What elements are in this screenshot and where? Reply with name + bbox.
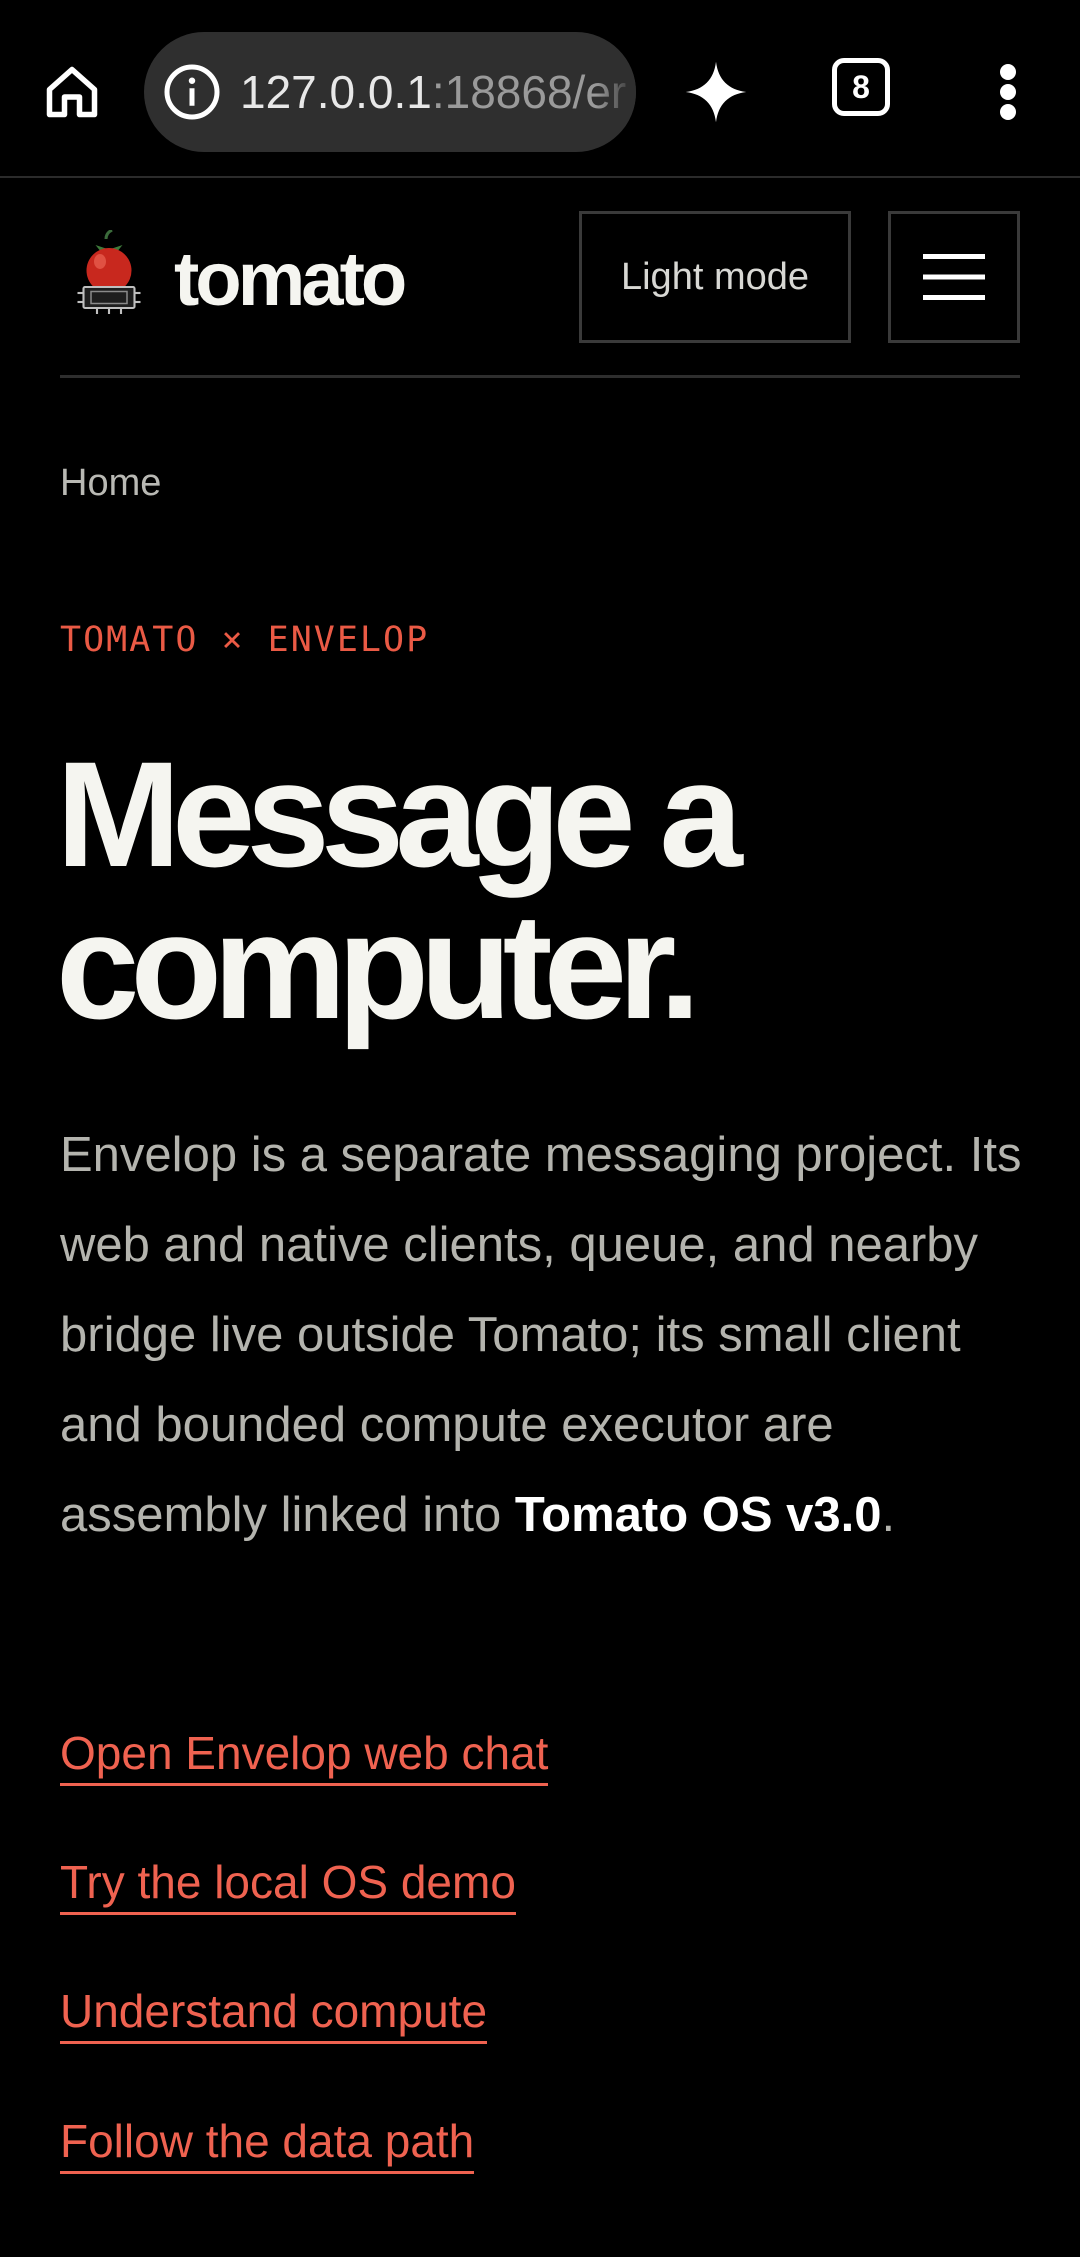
local-os-demo-link[interactable]: Try the local OS demo xyxy=(60,1854,516,1915)
site-info-button[interactable] xyxy=(160,60,224,124)
theme-toggle-button[interactable]: Light mode xyxy=(579,211,851,343)
intro-paragraph: Envelop is a separate messaging project.… xyxy=(60,1110,1050,1560)
tomato-logo-icon[interactable] xyxy=(70,230,148,320)
intro-version: Tomato OS v3.0 xyxy=(514,1488,882,1542)
breadcrumb-home[interactable]: Home xyxy=(60,462,161,504)
address-bar[interactable]: 127.0.0.1:18868/er xyxy=(144,32,636,152)
url-host: 127.0.0.1 xyxy=(240,66,432,118)
tab-switcher-button[interactable]: 8 xyxy=(832,58,890,116)
page-title-line-2: computer. xyxy=(56,882,701,1050)
assistant-button[interactable] xyxy=(676,52,756,132)
browser-menu-button[interactable] xyxy=(968,52,1048,132)
url-fade xyxy=(596,32,636,152)
info-icon xyxy=(164,64,220,120)
sparkle-icon xyxy=(685,61,747,123)
browser-toolbar: 127.0.0.1:18868/er 8 xyxy=(0,0,1080,178)
hero-eyebrow: TOMATO × ENVELOP xyxy=(60,620,430,660)
hamburger-menu-icon xyxy=(923,254,985,300)
home-button[interactable] xyxy=(32,52,112,132)
data-path-link[interactable]: Follow the data path xyxy=(60,2113,475,2174)
intro-text: Envelop is a separate messaging project.… xyxy=(60,1128,1022,1542)
brand-wordmark[interactable]: tomato xyxy=(174,230,407,330)
intro-end: . xyxy=(881,1488,896,1542)
understand-compute-link[interactable]: Understand compute xyxy=(60,1983,488,2044)
tab-count: 8 xyxy=(852,68,870,105)
breadcrumb: Home xyxy=(60,462,161,505)
page-title: Message a computer. xyxy=(56,738,1016,1042)
nav-menu-button[interactable] xyxy=(888,211,1020,343)
open-web-chat-link[interactable]: Open Envelop web chat xyxy=(60,1725,549,1786)
more-vertical-icon xyxy=(1000,64,1016,120)
page-title-line-1: Message a xyxy=(56,730,743,898)
url-text[interactable]: 127.0.0.1:18868/er xyxy=(240,32,626,152)
site-header: tomato Light mode xyxy=(60,178,1020,378)
home-icon xyxy=(46,66,98,118)
